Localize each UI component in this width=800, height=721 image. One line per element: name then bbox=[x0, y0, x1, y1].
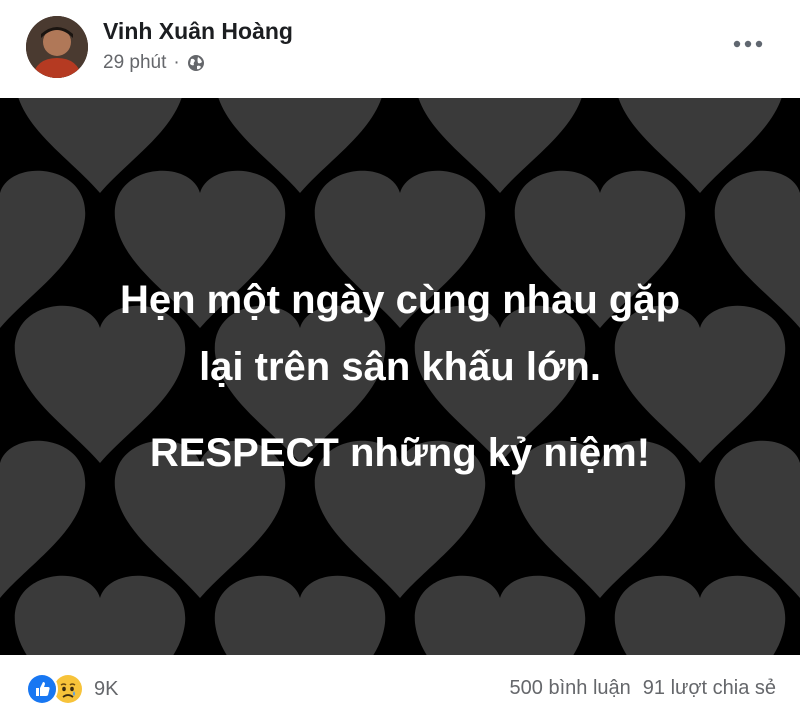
post-meta: 29 phút · bbox=[103, 52, 205, 74]
author-name[interactable]: Vinh Xuân Hoàng bbox=[103, 18, 293, 45]
reaction-count[interactable]: 9K bbox=[94, 678, 118, 701]
like-icon bbox=[26, 673, 58, 705]
post-time[interactable]: 29 phút bbox=[103, 52, 166, 74]
reactions-summary[interactable]: 9K bbox=[26, 673, 118, 705]
avatar-image bbox=[26, 16, 88, 78]
image-text-line-3: RESPECT những kỷ niệm! bbox=[149, 431, 651, 475]
more-options-icon[interactable] bbox=[724, 28, 772, 60]
post-header: Vinh Xuân Hoàng 29 phút · bbox=[0, 0, 800, 98]
post-stats: 500 bình luận 91 lượt chia sẻ bbox=[510, 677, 776, 700]
image-text-line-2: lại trên sân khấu lớn. bbox=[199, 345, 601, 389]
comments-count[interactable]: 500 bình luận bbox=[510, 677, 631, 700]
shares-count[interactable]: 91 lượt chia sẻ bbox=[643, 677, 776, 700]
globe-icon[interactable] bbox=[187, 54, 205, 72]
image-text-line-1: Hẹn một ngày cùng nhau gặp bbox=[119, 278, 681, 322]
meta-separator: · bbox=[173, 52, 180, 73]
author-avatar[interactable] bbox=[26, 16, 88, 78]
post-footer: 9K 500 bình luận 91 lượt chia sẻ bbox=[0, 655, 800, 721]
post-image[interactable]: Hẹn một ngày cùng nhau gặp lại trên sân … bbox=[0, 98, 800, 655]
